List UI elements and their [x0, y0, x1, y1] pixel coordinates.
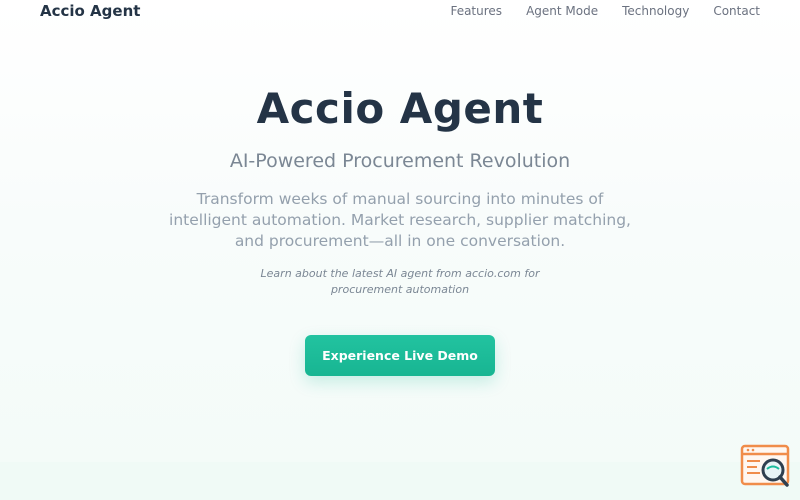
experience-live-demo-button[interactable]: Experience Live Demo [305, 335, 495, 376]
hero-subtitle: AI-Powered Procurement Revolution [229, 150, 571, 172]
nav-link-agent-mode[interactable]: Agent Mode [526, 4, 598, 18]
search-document-icon-graphic [740, 444, 790, 487]
search-document-icon[interactable] [740, 444, 792, 490]
bottom-section [0, 462, 800, 500]
brand-logo[interactable]: Accio Agent [40, 2, 140, 20]
hero-note: Learn about the latest AI agent from acc… [260, 267, 540, 296]
nav-link-technology[interactable]: Technology [622, 4, 689, 18]
nav-link-contact[interactable]: Contact [713, 4, 760, 18]
nav-links: Features Agent Mode Technology Contact [450, 4, 760, 18]
hero-title: Accio Agent [256, 84, 544, 133]
hero-description: Transform weeks of manual sourcing into … [169, 190, 631, 250]
nav-link-features[interactable]: Features [450, 4, 502, 18]
top-nav: Accio Agent Features Agent Mode Technolo… [0, 0, 800, 24]
